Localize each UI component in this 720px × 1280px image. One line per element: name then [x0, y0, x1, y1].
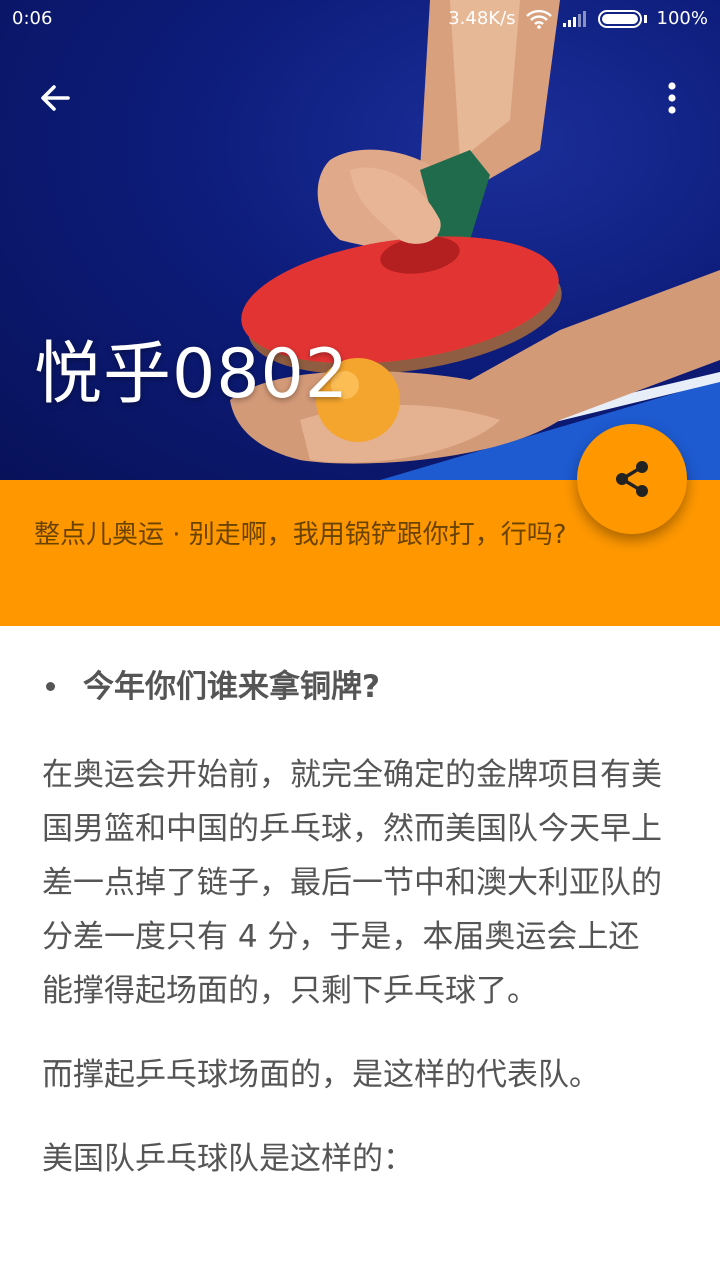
more-vert-icon — [668, 82, 676, 114]
article-paragraph: 而撑起乒乓球场面的，是这样的代表队。 — [42, 1057, 600, 1093]
battery-icon — [597, 9, 642, 28]
share-button[interactable] — [577, 424, 687, 534]
wifi-icon — [525, 9, 552, 29]
status-right-group: 3.48K/s 100% — [448, 8, 708, 29]
battery-tip — [643, 14, 647, 23]
signal-icon — [562, 10, 588, 28]
article-paragraph: 美国队乒乓球队是这样的： — [42, 1141, 414, 1177]
page-title: 悦乎0802 — [34, 335, 350, 414]
bullet-dot — [46, 682, 55, 691]
bullet-item: 今年你们谁来拿铜牌? — [42, 660, 662, 714]
article-body: 今年你们谁来拿铜牌? 在奥运会开始前，就完全确定的金牌项目有美国男篮和中国的乒乓… — [42, 660, 662, 1216]
more-options-button[interactable] — [644, 70, 700, 126]
header-hero-image: 0:06 3.48K/s 100% 悦乎0802 — [0, 0, 720, 480]
article-paragraph: 在奥运会开始前，就完全确定的金牌项目有美国男篮和中国的乒乓球，然而美国队今天早上… — [42, 757, 662, 1009]
arrow-left-icon — [41, 85, 70, 111]
back-button[interactable] — [28, 70, 84, 126]
banner-subtitle: 整点儿奥运 · 别走啊，我用锅铲跟你打，行吗? — [34, 520, 567, 550]
share-icon — [616, 461, 648, 497]
network-speed: 3.48K/s — [448, 8, 516, 29]
status-bar: 0:06 3.48K/s 100% — [0, 0, 720, 40]
status-time: 0:06 — [12, 8, 53, 29]
bullet-text: 今年你们谁来拿铜牌? — [83, 669, 380, 705]
battery-percent: 100% — [656, 8, 708, 29]
